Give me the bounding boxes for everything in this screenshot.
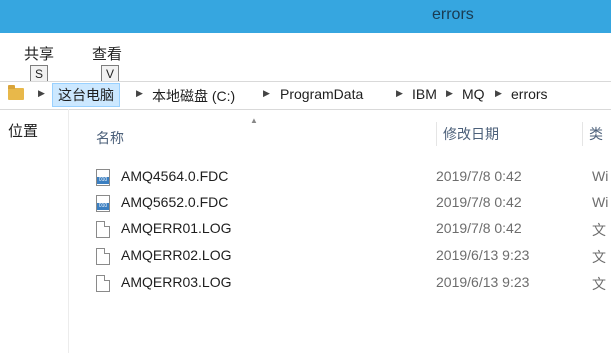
window-title: errors <box>432 6 474 23</box>
chevron-right-icon[interactable]: ▶ <box>396 88 403 99</box>
file-type: 文 <box>592 222 606 238</box>
folder-icon <box>8 85 24 100</box>
breadcrumb-local-disk[interactable]: 本地磁盘 (C:) <box>152 86 235 106</box>
file-type: Wi <box>592 168 609 184</box>
file-date: 2019/6/13 9:23 <box>436 247 530 263</box>
fdc-file-icon <box>96 195 110 212</box>
nav-location-label[interactable]: 位置 <box>8 120 38 141</box>
file-name: AMQERR01.LOG <box>121 220 232 236</box>
chevron-right-icon[interactable]: ▶ <box>263 88 270 99</box>
sort-up-icon: ▲ <box>250 116 258 125</box>
file-type: 文 <box>592 276 606 292</box>
tab-view[interactable]: 查看 <box>92 43 122 64</box>
breadcrumb-errors[interactable]: errors <box>511 86 548 102</box>
log-file-icon <box>96 221 110 238</box>
ribbon: 共享 S 查看 V <box>0 33 611 84</box>
file-name: AMQ4564.0.FDC <box>121 168 229 184</box>
navigation-pane <box>0 109 69 353</box>
file-type: Wi <box>592 194 609 210</box>
breadcrumb-programdata[interactable]: ProgramData <box>280 86 363 102</box>
file-name: AMQERR03.LOG <box>121 274 232 290</box>
file-date: 2019/7/8 0:42 <box>436 168 522 184</box>
file-row[interactable]: AMQERR03.LOG 2019/6/13 9:23 文 <box>96 272 611 294</box>
file-row[interactable]: AMQERR01.LOG 2019/7/8 0:42 文 <box>96 218 611 240</box>
file-row[interactable]: AMQ5652.0.FDC 2019/7/8 0:42 Wi <box>96 192 611 214</box>
file-name: AMQERR02.LOG <box>121 247 232 263</box>
file-date: 2019/7/8 0:42 <box>436 194 522 210</box>
chevron-right-icon[interactable]: ▶ <box>446 88 453 99</box>
fdc-file-icon <box>96 169 110 186</box>
column-date-modified[interactable]: 修改日期 <box>436 122 499 146</box>
breadcrumb-ibm[interactable]: IBM <box>412 86 437 102</box>
file-row[interactable]: AMQERR02.LOG 2019/6/13 9:23 文 <box>96 245 611 267</box>
log-file-icon <box>96 248 110 265</box>
column-name[interactable]: 名称 <box>96 128 124 148</box>
tab-share[interactable]: 共享 <box>24 43 54 64</box>
address-bar[interactable]: ▶ 这台电脑 ▶ 本地磁盘 (C:) ▶ ProgramData ▶ IBM ▶… <box>0 81 611 110</box>
title-bar: errors <box>0 0 611 33</box>
file-name: AMQ5652.0.FDC <box>121 194 229 210</box>
file-row[interactable]: AMQ4564.0.FDC 2019/7/8 0:42 Wi <box>96 166 611 188</box>
file-type: 文 <box>592 249 606 265</box>
breadcrumb-this-pc[interactable]: 这台电脑 <box>52 83 120 107</box>
file-date: 2019/6/13 9:23 <box>436 274 530 290</box>
file-date: 2019/7/8 0:42 <box>436 220 522 236</box>
chevron-right-icon[interactable]: ▶ <box>38 88 45 99</box>
column-header: ▲ 名称 修改日期 类 <box>70 112 611 150</box>
breadcrumb-mq[interactable]: MQ <box>462 86 485 102</box>
chevron-right-icon[interactable]: ▶ <box>136 88 143 99</box>
column-type[interactable]: 类 <box>582 122 603 146</box>
chevron-right-icon[interactable]: ▶ <box>495 88 502 99</box>
log-file-icon <box>96 275 110 292</box>
